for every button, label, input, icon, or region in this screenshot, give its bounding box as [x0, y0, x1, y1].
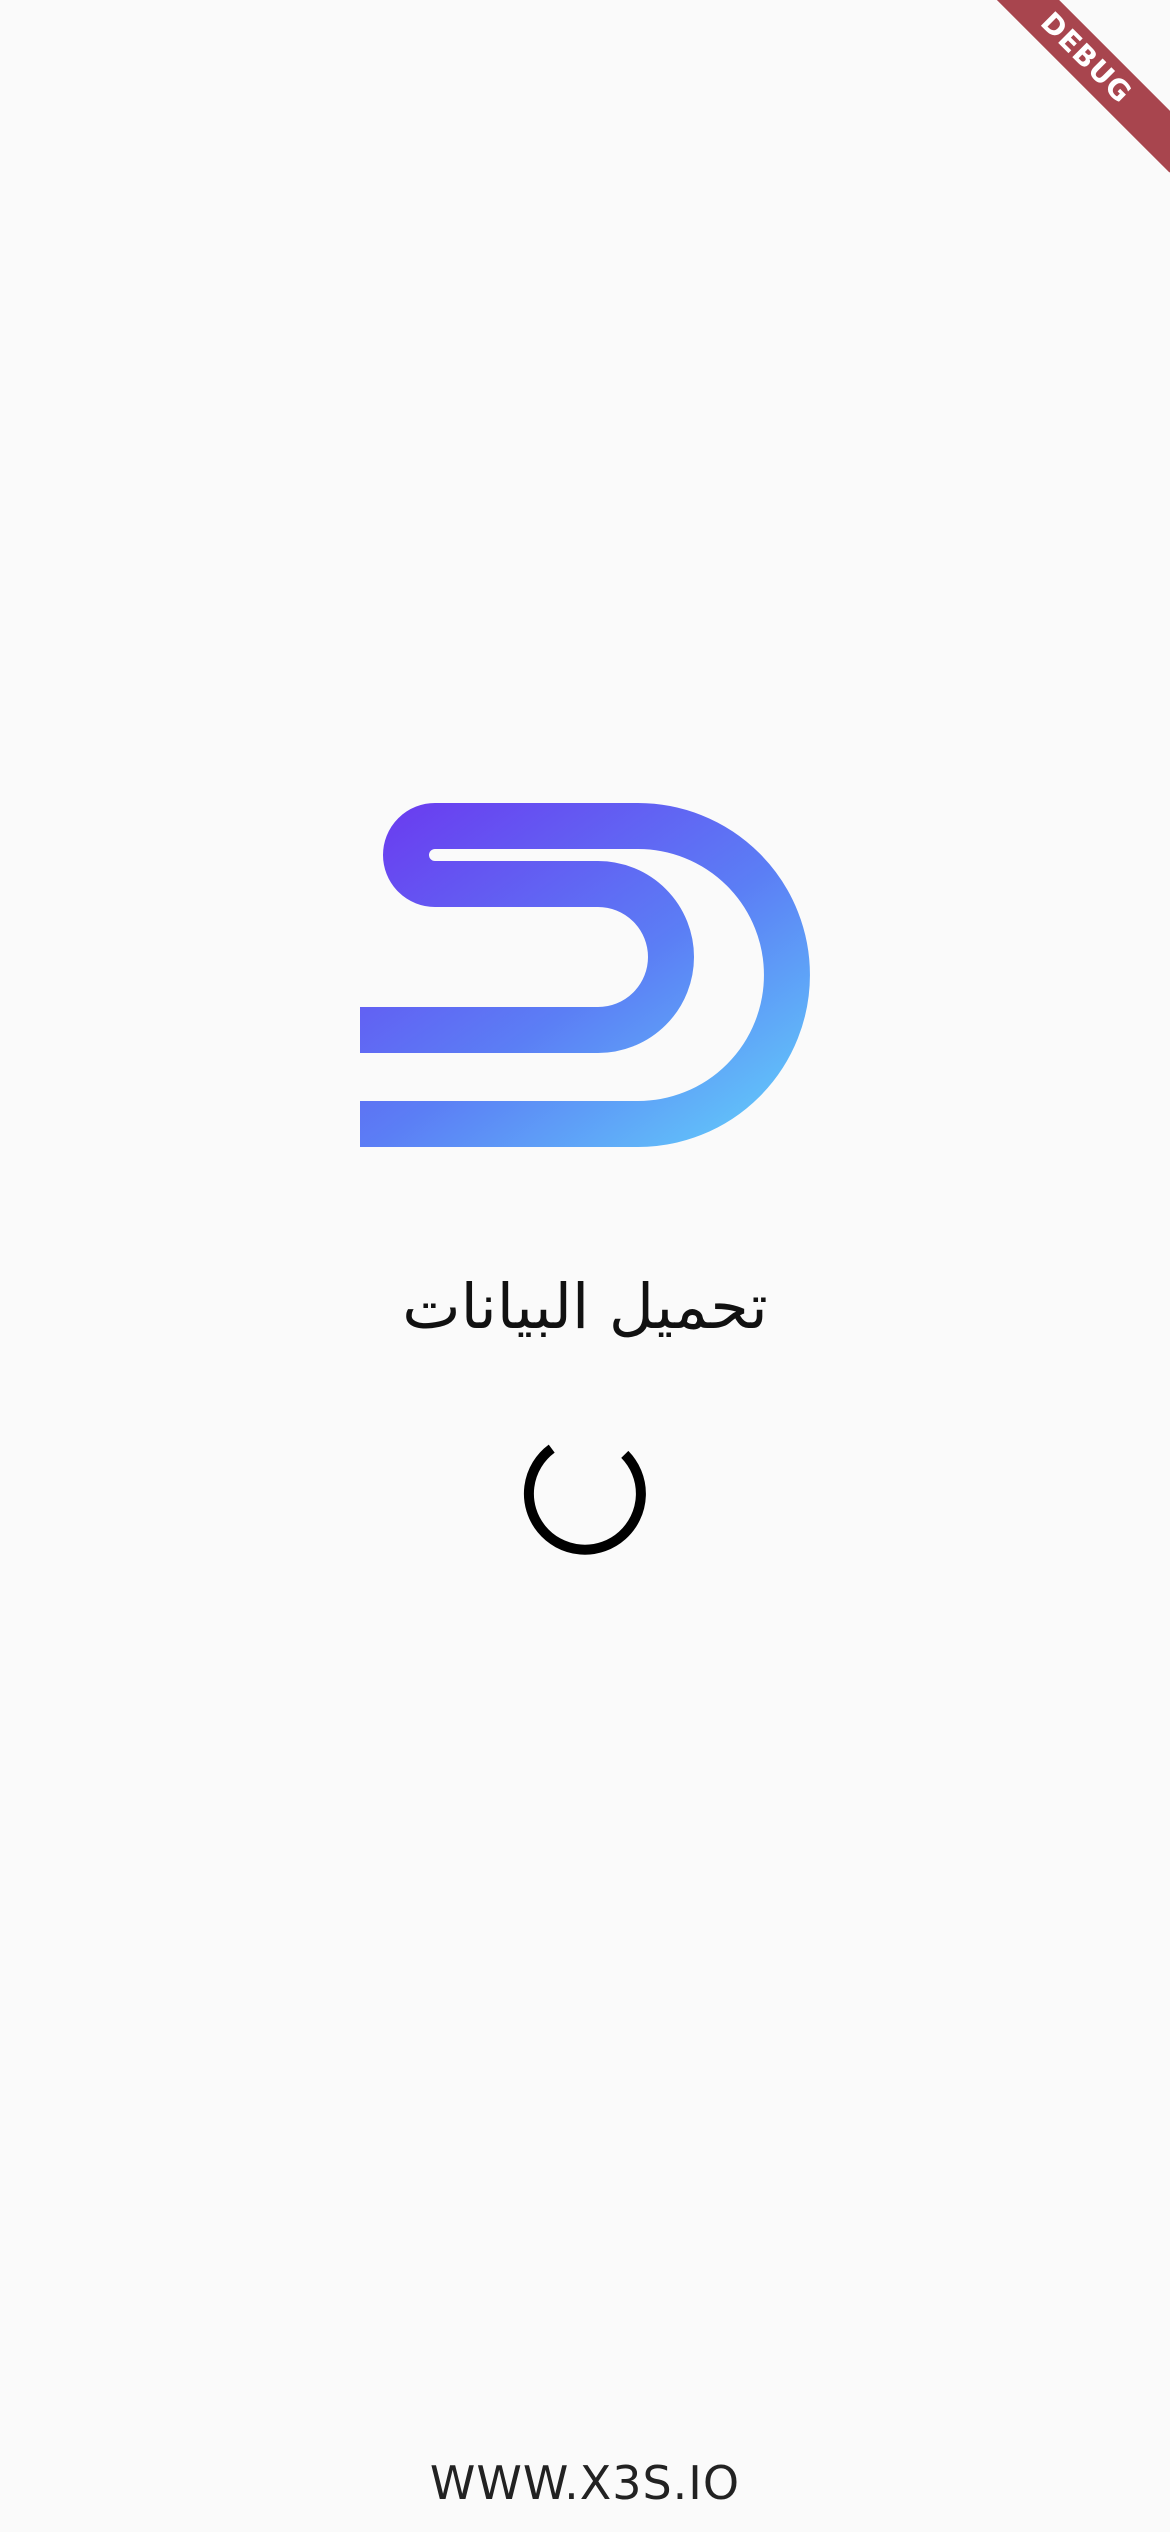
debug-banner: DEBUG	[980, 0, 1170, 190]
loading-spinner-icon	[523, 1444, 646, 1555]
logo-s-shape	[360, 803, 810, 1147]
app-logo	[360, 803, 810, 1147]
debug-label: DEBUG	[980, 0, 1170, 173]
loading-text: تحميل البيانات	[402, 1270, 768, 1343]
footer-url: WWW.X3S.IO	[429, 2456, 741, 2510]
